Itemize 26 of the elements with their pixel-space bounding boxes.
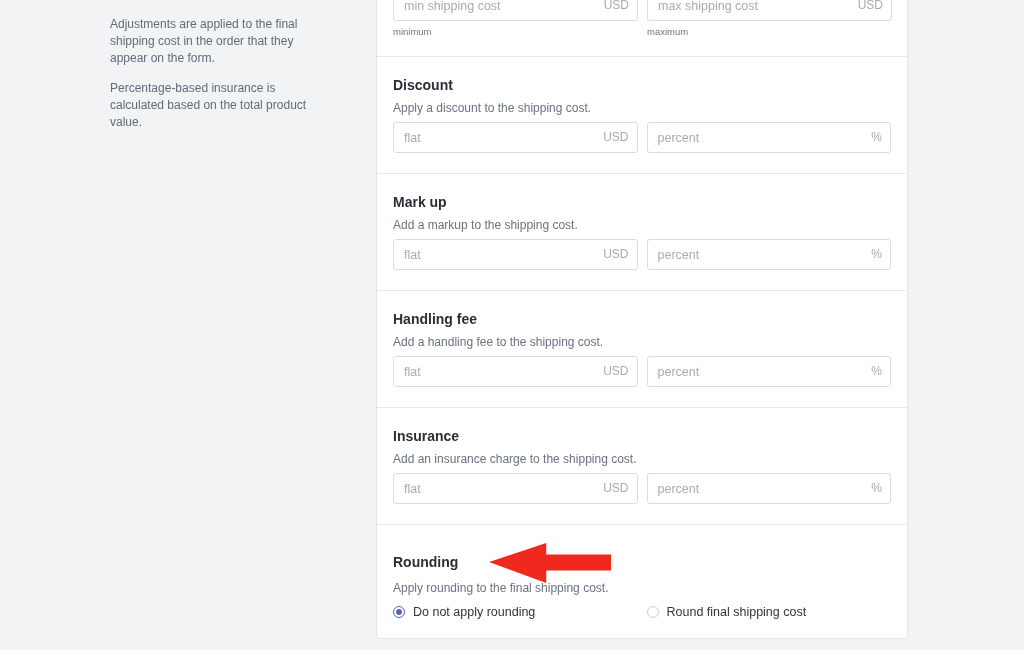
unit-label: % [871, 130, 882, 144]
unit-label: USD [603, 481, 629, 495]
option-label[interactable]: Do not apply rounding [413, 605, 536, 619]
field-hint: maximum [647, 26, 689, 37]
section-title: Handling fee [393, 311, 477, 327]
unit-label: USD [603, 0, 629, 12]
unit-label: USD [603, 130, 629, 144]
section-title: Discount [393, 77, 453, 93]
section-description: Add a handling fee to the shipping cost. [393, 335, 604, 349]
section-description: Add a markup to the shipping cost. [393, 218, 578, 232]
section-description: Apply a discount to the shipping cost. [393, 101, 592, 115]
help-text: Percentage-based insurance is calculated based on the total product value. [110, 80, 308, 131]
unit-label: USD [857, 0, 883, 12]
option-label[interactable]: Round final shipping cost [666, 605, 807, 619]
section-description: Apply rounding to the final shipping cost. [393, 581, 609, 595]
section-description: Add an insurance charge to the shipping cost. [393, 452, 637, 466]
unit-label: USD [603, 364, 629, 378]
section-title: Mark up [393, 194, 447, 210]
unit-label: % [871, 247, 882, 261]
section-title: Rounding [393, 554, 459, 570]
unit-label: USD [603, 247, 629, 261]
section-title: Insurance [393, 428, 460, 444]
field-hint: minimum [393, 26, 432, 37]
unit-label: % [871, 364, 882, 378]
help-text: Adjustments are applied to the final shipping cost in the order that they appear on the form. [110, 16, 299, 67]
unit-label: % [871, 481, 882, 495]
